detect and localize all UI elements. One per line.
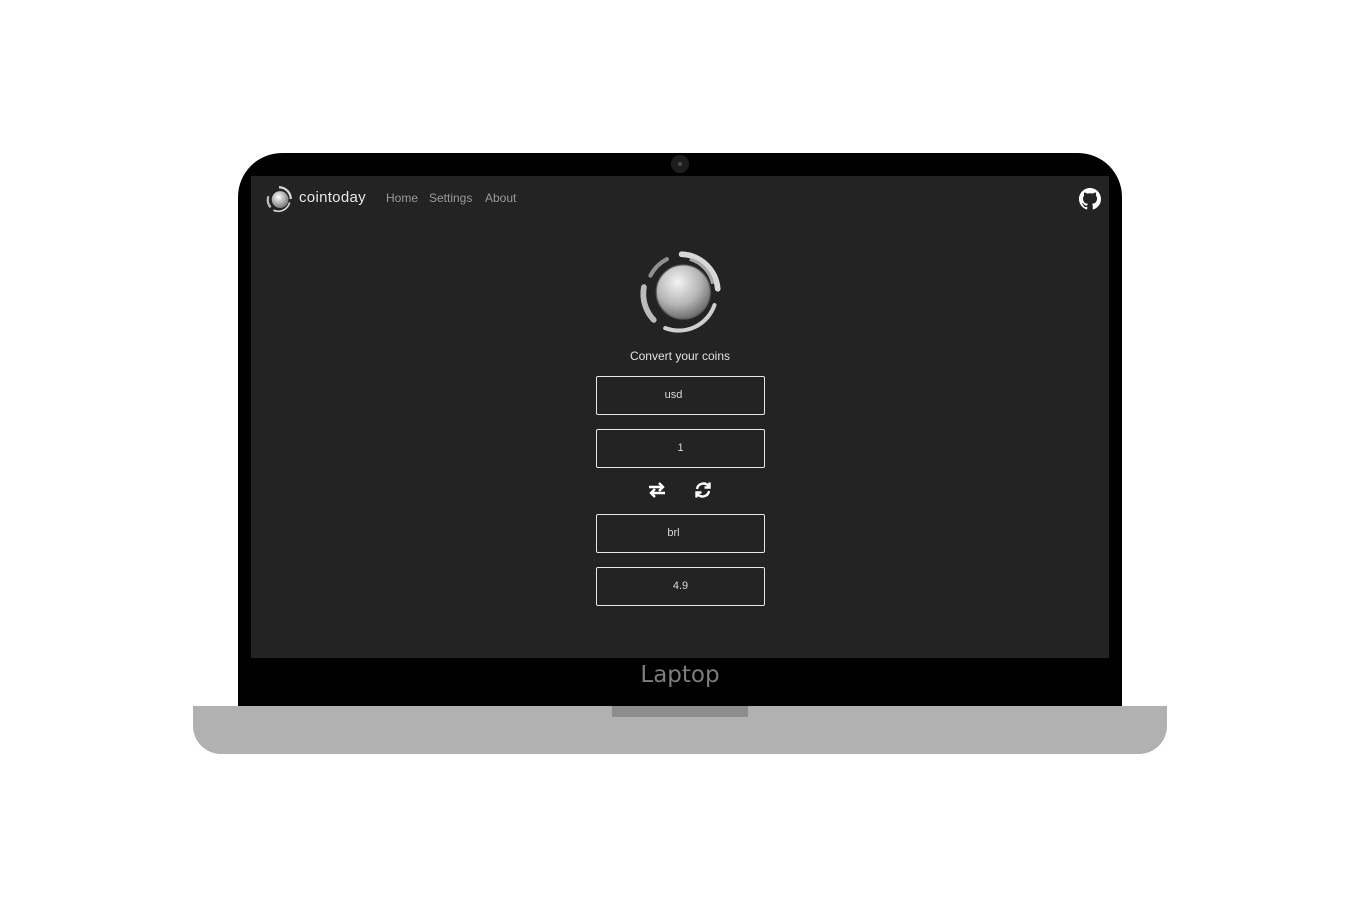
laptop-mockup: cointoday Home Settings About Convert yo… [0,0,1360,907]
coin-logo-icon[interactable] [265,185,293,213]
refresh-icon[interactable] [693,481,713,499]
navbar: cointoday Home Settings About [251,176,1109,222]
laptop-notch [612,706,748,717]
to-amount-output[interactable]: 4.9 [596,567,765,606]
github-icon[interactable] [1079,188,1101,210]
from-currency-select[interactable]: usd [596,376,765,415]
converter-subtitle: Convert your coins [629,349,731,363]
webcam-icon [671,155,689,173]
brand-name[interactable]: cointoday [299,189,366,206]
swap-arrows-icon[interactable] [647,481,667,499]
nav-about-link[interactable]: About [485,191,516,205]
hero-coin-logo-icon [640,251,721,333]
nav-home-link[interactable]: Home [386,191,418,205]
app-screen: cointoday Home Settings About Convert yo… [251,176,1109,658]
nav-settings-link[interactable]: Settings [429,191,472,205]
from-amount-input[interactable]: 1 [596,429,765,468]
device-label: Laptop [640,662,720,688]
to-currency-select[interactable]: brl [596,514,765,553]
